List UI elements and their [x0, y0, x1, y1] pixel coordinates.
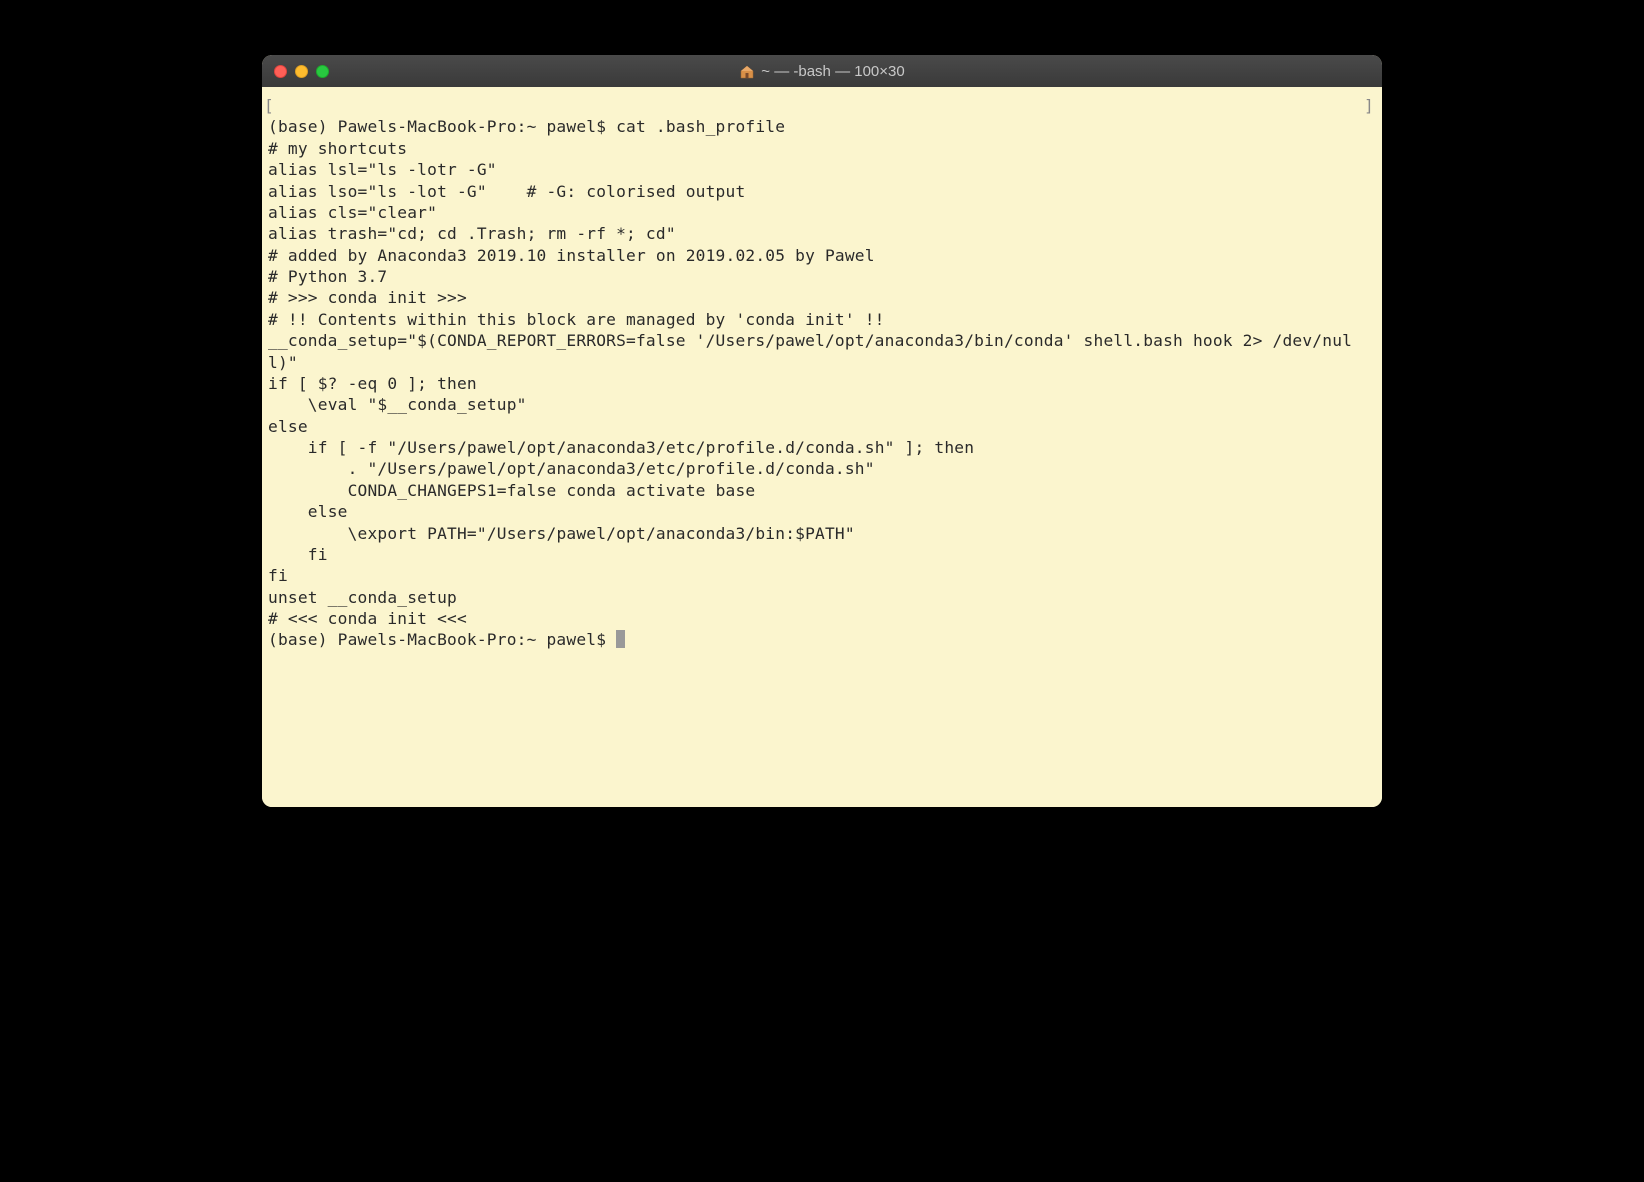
title-container: ~ — -bash — 100×30 [262, 63, 1382, 80]
terminal-line: unset __conda_setup [268, 587, 1376, 608]
terminal-line: else [268, 416, 1376, 437]
terminal-line: # !! Contents within this block are mana… [268, 309, 1376, 330]
terminal-line: fi [268, 565, 1376, 586]
terminal-line: # >>> conda init >>> [268, 287, 1376, 308]
close-button[interactable] [274, 65, 287, 78]
terminal-line: else [268, 501, 1376, 522]
terminal-line: if [ -f "/Users/pawel/opt/anaconda3/etc/… [268, 437, 1376, 458]
terminal-line: # my shortcuts [268, 138, 1376, 159]
terminal-window: ~ — -bash — 100×30 [](base) Pawels-MacBo… [262, 55, 1382, 807]
terminal-line: fi [268, 544, 1376, 565]
cursor [616, 630, 625, 648]
terminal-line: \eval "$__conda_setup" [268, 394, 1376, 415]
prompt-text: (base) Pawels-MacBook-Pro:~ pawel$ [268, 630, 616, 649]
terminal-line: CONDA_CHANGEPS1=false conda activate bas… [268, 480, 1376, 501]
terminal-body[interactable]: [](base) Pawels-MacBook-Pro:~ pawel$ cat… [262, 87, 1382, 807]
terminal-line: alias trash="cd; cd .Trash; rm -rf *; cd… [268, 223, 1376, 244]
prompt-line: (base) Pawels-MacBook-Pro:~ pawel$ [268, 629, 1376, 650]
terminal-line: __conda_setup="$(CONDA_REPORT_ERRORS=fal… [268, 330, 1376, 373]
minimize-button[interactable] [295, 65, 308, 78]
terminal-line: alias lsl="ls -lotr -G" [268, 159, 1376, 180]
scroll-bracket-right: ] [1364, 95, 1374, 116]
terminal-line: # Python 3.7 [268, 266, 1376, 287]
terminal-line: alias lso="ls -lot -G" # -G: colorised o… [268, 181, 1376, 202]
home-folder-icon [739, 64, 755, 78]
titlebar[interactable]: ~ — -bash — 100×30 [262, 55, 1382, 87]
terminal-line: # <<< conda init <<< [268, 608, 1376, 629]
terminal-line: \export PATH="/Users/pawel/opt/anaconda3… [268, 523, 1376, 544]
scroll-bracket-left: [ [264, 95, 274, 116]
terminal-line: alias cls="clear" [268, 202, 1376, 223]
terminal-line: # added by Anaconda3 2019.10 installer o… [268, 245, 1376, 266]
terminal-line: (base) Pawels-MacBook-Pro:~ pawel$ cat .… [268, 116, 1376, 137]
terminal-line: . "/Users/pawel/opt/anaconda3/etc/profil… [268, 458, 1376, 479]
maximize-button[interactable] [316, 65, 329, 78]
terminal-line: if [ $? -eq 0 ]; then [268, 373, 1376, 394]
window-title: ~ — -bash — 100×30 [761, 63, 904, 80]
traffic-lights [274, 65, 329, 78]
